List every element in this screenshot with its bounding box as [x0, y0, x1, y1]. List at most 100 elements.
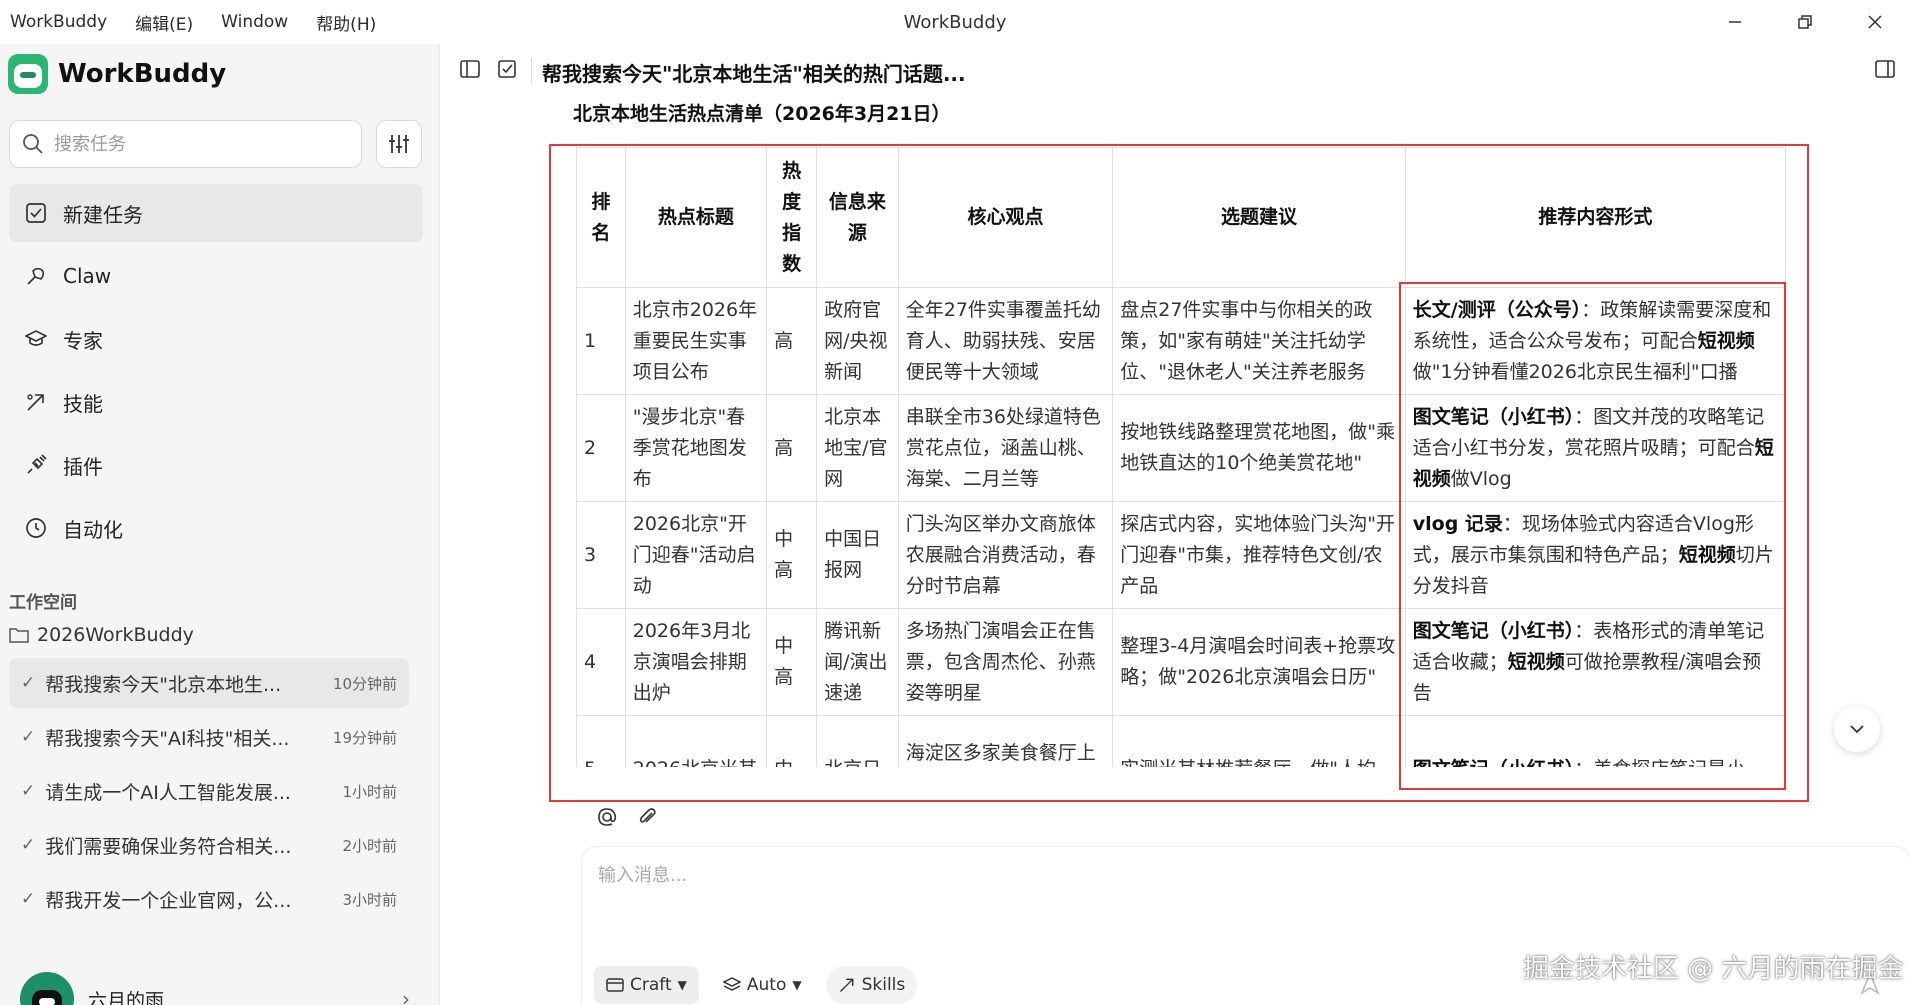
message-input[interactable] [598, 865, 1798, 886]
cell-format: 图文笔记（小红书）：图文并茂的攻略笔记适合小红书分发，赏花照片吸睛；可配合短视频… [1404, 394, 1786, 502]
search-input[interactable] [54, 133, 334, 155]
sidebar-item-label: 专家 [63, 328, 103, 353]
chevron-down-icon [1850, 725, 1864, 734]
format-text: 做Vlog [1450, 467, 1512, 490]
chevron-right-icon: › [402, 987, 410, 1005]
cell-format: 图文笔记（小红书）：表格形式的清单笔记适合收藏；短视频可做抢票教程/演唱会预告 [1404, 608, 1786, 716]
sidebar-nav: 新建任务 Claw 专家 技能 插件 自动化 [9, 184, 423, 562]
task-item[interactable]: ✓ 帮我开发一个企业官网，公... 3小时前 [9, 874, 423, 924]
cell-view: 海淀区多家美食餐厅上榜 [897, 715, 1114, 767]
chat-title: 帮我搜索今天"北京本地生活"相关的热门话题... [542, 62, 966, 86]
sidebar-item-label: Claw [63, 264, 112, 288]
sidebar-item-automation[interactable]: 自动化 [9, 499, 423, 557]
sidebar-item-label: 自动化 [63, 517, 123, 542]
task-item[interactable]: ✓ 帮我搜索今天"AI科技"相关... 19分钟前 [9, 712, 423, 762]
close-icon [1868, 15, 1882, 29]
top-toolbar [459, 58, 519, 80]
chevron-down-icon: ▼ [792, 978, 802, 992]
chevron-down-icon: ▼ [677, 978, 687, 992]
folder-icon [9, 628, 29, 643]
skills-label: Skills [861, 975, 906, 995]
cell-title: 2026北京米其 [624, 715, 768, 767]
paperclip-icon[interactable] [636, 806, 658, 828]
toolbar-divider [531, 58, 532, 84]
brand-name: WorkBuddy [58, 59, 227, 89]
format-bold: 短视频 [1678, 543, 1736, 566]
restore-button[interactable] [1770, 0, 1840, 44]
at-mention-icon[interactable] [596, 806, 618, 828]
cell-source: 中国日报网 [816, 501, 899, 609]
composer-chips: Craft ▼ Auto ▼ Skills [594, 966, 918, 1004]
brand: WorkBuddy [8, 54, 226, 94]
table-title: 北京本地生活热点清单（2026年3月21日） [573, 103, 951, 125]
cell-source: 政府官网/央视新闻 [816, 287, 899, 395]
task-item[interactable]: ✓ 请生成一个AI人工智能发展... 1小时前 [9, 766, 423, 816]
craft-mode-button[interactable]: Craft ▼ [594, 966, 699, 1004]
table-row: 1 北京市2026年重要民生实事项目公布 高 政府官网/央视新闻 全年27件实事… [576, 287, 1786, 395]
header-heat: 热度指数 [766, 147, 818, 288]
watermark-text: 掘金技术社区 @ 六月的雨在掘金 [1523, 954, 1904, 984]
hotspot-table-container[interactable]: 排名 热点标题 热度指数 信息来源 核心观点 选题建议 推荐内容形式 1 北京市… [576, 147, 1786, 767]
workspace-header: 工作空间 [9, 593, 77, 613]
task-list: ✓ 帮我搜索今天"北京本地生... 10分钟前 ✓ 帮我搜索今天"AI科技"相关… [9, 658, 423, 928]
cell-title: 2026北京"开门迎春"活动启动 [624, 501, 768, 609]
format-text: 做"1分钟看懂2026北京民生福利"口播 [1412, 360, 1738, 383]
cell-rank: 1 [576, 287, 626, 395]
sidebar-toggle-icon[interactable] [459, 58, 481, 80]
menu-help[interactable]: 帮助(H) [316, 10, 376, 35]
check-icon: ✓ [21, 889, 36, 909]
cell-suggest: 盘点27件实事中与你相关的政策，如"家有萌娃"关注托幼学位、"退休老人"关注养老… [1112, 287, 1406, 395]
minimize-button[interactable] [1700, 0, 1770, 44]
sidebar-item-claw[interactable]: Claw [9, 247, 423, 305]
close-button[interactable] [1840, 0, 1910, 44]
cell-heat: 中高 [766, 501, 818, 609]
task-item[interactable]: ✓ 我们需要确保业务符合相关... 2小时前 [9, 820, 423, 870]
new-chat-icon[interactable] [497, 58, 519, 80]
right-panel-toggle[interactable] [1874, 58, 1896, 84]
check-icon: ✓ [21, 835, 36, 855]
header-rank: 排名 [576, 147, 626, 288]
user-name: 六月的雨 [88, 989, 165, 1005]
header-source: 信息来源 [816, 147, 899, 288]
task-time: 10分钟前 [332, 674, 397, 693]
format-bold: 长文/测评（公众号） [1412, 298, 1582, 321]
skill-icon [27, 394, 44, 411]
main-panel: 帮我搜索今天"北京本地生活"相关的热门话题... 北京本地生活热点清单（2026… [441, 44, 1910, 1005]
cell-rank: 4 [576, 608, 626, 716]
cell-heat: 高 [766, 287, 818, 395]
sidebar-item-label: 技能 [63, 391, 103, 416]
skills-button[interactable]: Skills [825, 966, 918, 1004]
sliders-icon [389, 135, 409, 153]
craft-label: Craft [630, 975, 672, 995]
menu-app[interactable]: WorkBuddy [10, 12, 107, 32]
window-icon [606, 978, 624, 992]
filter-button[interactable] [376, 120, 422, 168]
scroll-to-bottom-button[interactable] [1834, 706, 1880, 752]
hotspot-table: 排名 热点标题 热度指数 信息来源 核心观点 选题建议 推荐内容形式 1 北京市… [576, 147, 1786, 767]
layers-icon [722, 977, 741, 991]
cell-suggest: 整理3-4月演唱会时间表+抢票攻略；做"2026北京演唱会日历" [1112, 608, 1406, 716]
title-bar: WorkBuddy 编辑(E) Window 帮助(H) WorkBuddy [0, 0, 1910, 44]
task-item[interactable]: ✓ 帮我搜索今天"北京本地生... 10分钟前 [9, 658, 409, 708]
auto-model-button[interactable]: Auto ▼ [711, 966, 814, 1004]
sidebar-item-plugins[interactable]: 插件 [9, 436, 423, 494]
task-title: 请生成一个AI人工智能发展... [45, 781, 291, 804]
workbuddy-logo-icon [8, 54, 48, 94]
menu-window[interactable]: Window [221, 12, 288, 32]
sidebar-item-experts[interactable]: 专家 [9, 310, 423, 368]
cell-source: 北京本地宝/官网 [816, 394, 899, 502]
cell-view: 全年27件实事覆盖托幼育人、助弱扶残、安居便民等十大领域 [897, 287, 1114, 395]
format-text: ：美食探店笔记是小 [1574, 758, 1745, 768]
cell-title: 2026年3月北京演唱会排期出炉 [624, 608, 768, 716]
workspace-folder[interactable]: 2026WorkBuddy [9, 624, 194, 646]
sidebar-item-skills[interactable]: 技能 [9, 373, 423, 431]
sidebar-item-new-task[interactable]: 新建任务 [9, 184, 423, 242]
menu-edit[interactable]: 编辑(E) [135, 10, 193, 35]
user-profile[interactable]: 六月的雨 › [20, 970, 420, 1005]
cell-heat: 中 [766, 715, 818, 767]
cell-source: 北京日 [816, 715, 899, 767]
cell-rank: 5 [576, 715, 626, 767]
search-icon [23, 134, 43, 154]
avatar [20, 972, 74, 1005]
format-bold: 图文笔记（小红书） [1412, 619, 1575, 642]
